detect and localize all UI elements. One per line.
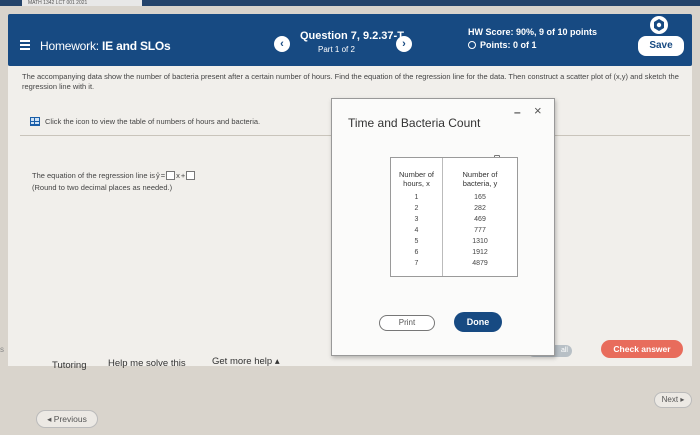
next-button[interactable]: Next ▸ [654, 392, 692, 408]
data-table: Number of hours, x 1 2 3 4 5 6 7 Number … [390, 157, 518, 277]
taskbar-icons [470, 428, 590, 435]
homework-name: IE and SLOs [102, 39, 171, 53]
bacteria-header: Number of bacteria, y [443, 170, 517, 192]
hw-score: HW Score: 90%, 9 of 10 points [468, 27, 598, 37]
regression-equation-line: The equation of the regression line is ŷ… [32, 171, 196, 180]
table-cell: 1 [414, 194, 419, 201]
bacteria-column: Number of bacteria, y 165 282 469 777 13… [443, 158, 517, 276]
table-cell: 6 [414, 249, 419, 256]
previous-question-button[interactable]: ‹ [274, 36, 290, 52]
homework-prefix: Homework: [40, 39, 99, 53]
equation-prefix: The equation of the regression line is [32, 171, 155, 180]
table-link-text: Click the icon to view the table of numb… [45, 117, 261, 126]
next-question-button[interactable]: › [396, 36, 412, 52]
table-cell: 1310 [472, 238, 488, 245]
y-hat-symbol: ŷ [156, 171, 160, 180]
table-cell: 282 [474, 205, 486, 212]
help-me-solve-button[interactable]: Help me solve this [108, 358, 186, 369]
table-cell: 469 [474, 216, 486, 223]
save-button[interactable]: Save [638, 36, 684, 56]
table-cell: 4879 [472, 260, 488, 267]
previous-button[interactable]: ◂ Previous [36, 410, 98, 428]
intercept-input[interactable] [186, 171, 196, 180]
print-button[interactable]: Print [379, 315, 435, 331]
done-button[interactable]: Done [454, 312, 502, 332]
close-icon[interactable]: × [534, 103, 542, 118]
table-cell: 5 [414, 238, 419, 245]
table-grid-icon[interactable] [30, 117, 40, 126]
tutoring-link[interactable]: Tutoring [52, 360, 87, 371]
table-cell: 4 [414, 227, 419, 234]
hours-header-line-1: Number of [398, 170, 434, 179]
bacteria-header-line-2: bacteria, y [462, 179, 498, 188]
check-answer-button[interactable]: Check answer [601, 340, 683, 358]
instructions-text: The accompanying data show the number of… [22, 72, 679, 91]
dialog-title: Time and Bacteria Count [348, 116, 481, 130]
rounding-note: (Round to two decimal places as needed.) [32, 183, 173, 192]
browser-tab[interactable]: MATH 1342 LCT 001 2021 [22, 0, 142, 6]
table-cell: 165 [474, 194, 486, 201]
part-label: Part 1 of 2 [318, 45, 355, 54]
slope-input[interactable] [166, 171, 176, 180]
left-edge-mark: s [0, 345, 4, 354]
plus-sign: + [180, 171, 186, 180]
homework-title: Homework: IE and SLOs [40, 39, 171, 53]
x-variable: x [176, 171, 180, 180]
table-cell: 3 [414, 216, 419, 223]
bacteria-header-line-1: Number of [462, 170, 498, 179]
hours-header: Number of hours, x [391, 170, 442, 192]
settings-icon[interactable] [650, 16, 668, 34]
equals-sign: = [160, 171, 166, 180]
hours-column: Number of hours, x 1 2 3 4 5 6 7 [391, 158, 443, 276]
table-cell: 7 [414, 260, 419, 267]
points-status: Points: 0 of 1 [468, 40, 537, 50]
hamburger-menu-icon[interactable] [20, 40, 30, 50]
data-table-dialog: Time and Bacteria Count – × Number of ho… [331, 98, 555, 356]
table-cell: 2 [414, 205, 419, 212]
browser-strip: MATH 1342 LCT 001 2021 [0, 0, 700, 6]
table-cell: 1912 [472, 249, 488, 256]
get-more-help-button[interactable]: Get more help ▴ [212, 356, 280, 367]
points-circle-icon [468, 41, 476, 49]
points-text: Points: 0 of 1 [480, 40, 537, 50]
question-label: Question 7, 9.2.37-T [300, 30, 404, 42]
hours-header-line-2: hours, x [403, 179, 430, 188]
minimize-icon[interactable]: – [514, 105, 521, 119]
table-cell: 777 [474, 227, 486, 234]
